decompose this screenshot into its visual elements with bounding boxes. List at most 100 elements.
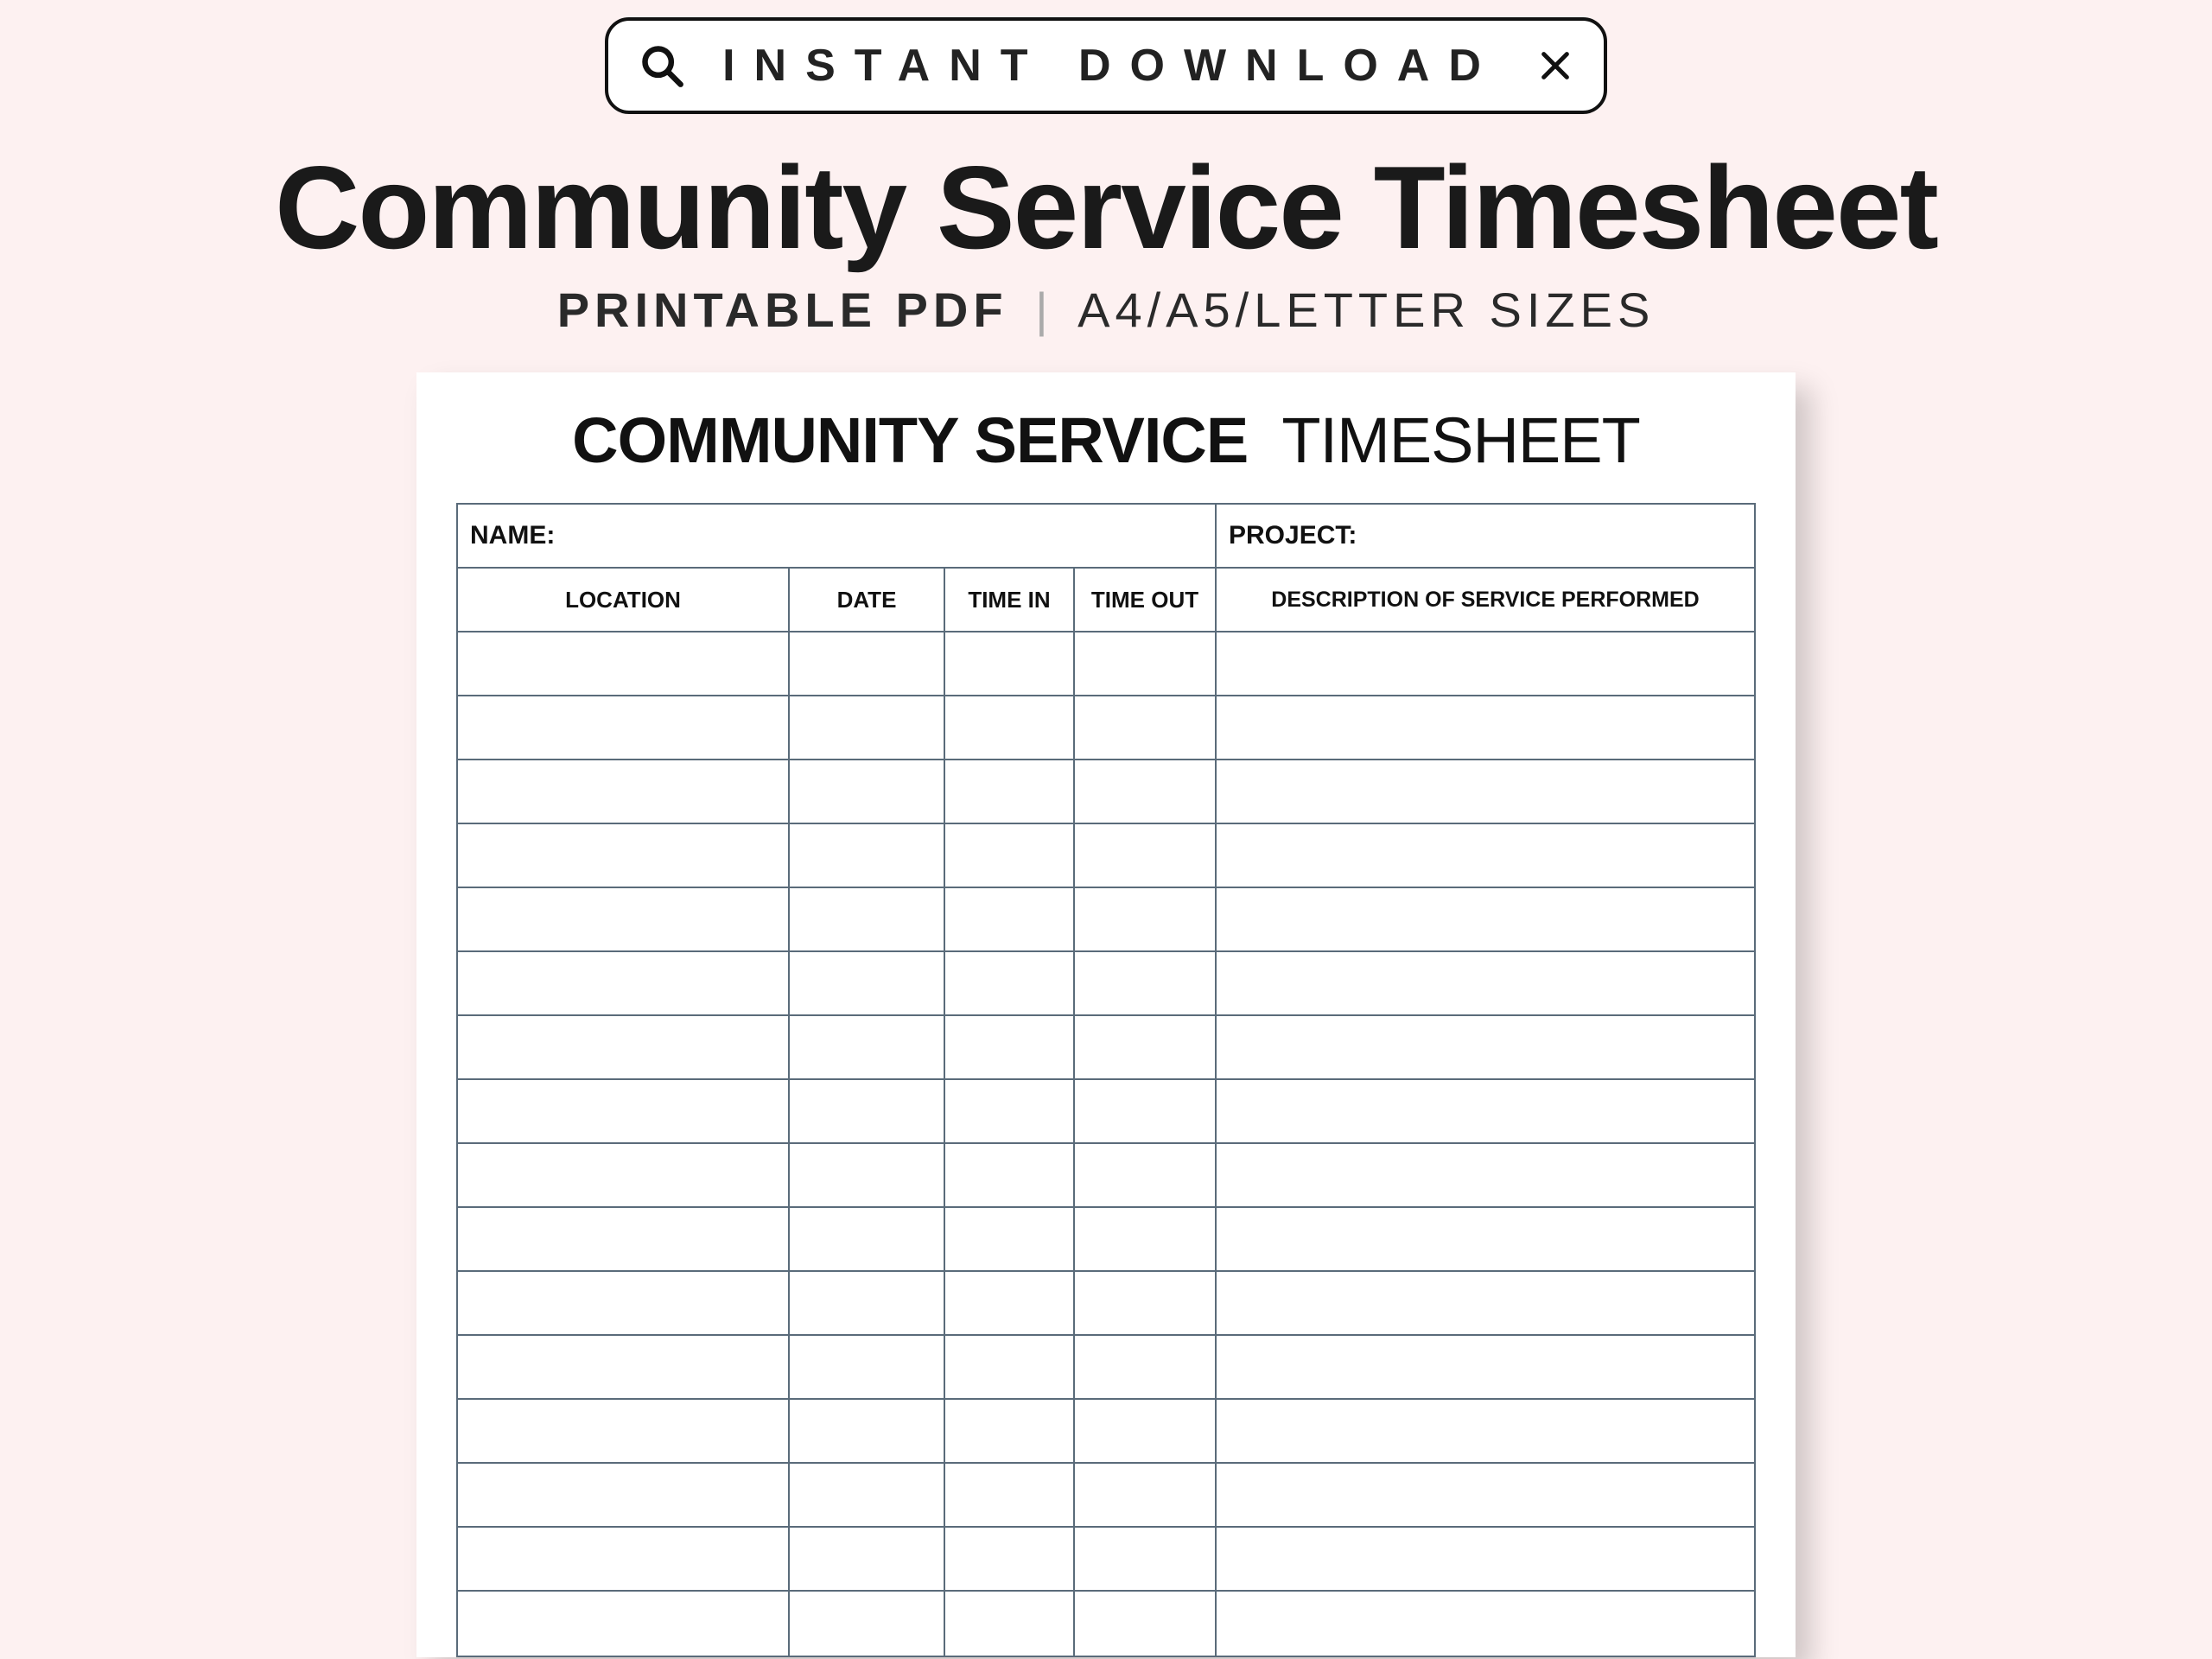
table-cell [458,824,790,888]
name-field-label: NAME: [458,505,1217,569]
table-cell [1075,1528,1217,1592]
table-cell [790,1080,945,1144]
table-cell [1075,1272,1217,1336]
table-cell [458,632,790,696]
table-cell [458,1400,790,1464]
table-cell [1075,1208,1217,1272]
table-cell [945,952,1075,1016]
table-cell [790,1144,945,1208]
table-cell [945,1144,1075,1208]
table-cell [1075,1592,1217,1656]
table-row [458,1272,1754,1336]
table-cell [1217,632,1754,696]
page-subtitle: PRINTABLE PDF | A4/A5/LETTER SIZES [557,282,1656,338]
table-cell [790,1336,945,1400]
close-icon[interactable] [1538,48,1573,83]
col-date: DATE [790,569,945,632]
sheet-title-heavy: COMMUNITY SERVICE [572,404,1248,476]
table-cell [1075,952,1217,1016]
search-text: INSTANT DOWNLOAD [714,40,1509,92]
table-row [458,1592,1754,1656]
table-cell [945,1464,1075,1528]
table-cell [945,1528,1075,1592]
table-cell [1217,1272,1754,1336]
table-cell [458,888,790,952]
timesheet-document: COMMUNITY SERVICE TIMESHEET NAME: PROJEC… [416,372,1796,1657]
table-cell [790,632,945,696]
table-cell [1075,888,1217,952]
table-cell [1217,696,1754,760]
table-cell [1075,1016,1217,1080]
table-cell [790,888,945,952]
table-row [458,1016,1754,1080]
table-cell [790,1464,945,1528]
table-cell [1217,1400,1754,1464]
table-cell [790,760,945,824]
table-cell [945,1592,1075,1656]
search-icon [639,43,684,88]
table-row [458,1144,1754,1208]
table-cell [458,1336,790,1400]
table-cell [458,1080,790,1144]
table-cell [458,952,790,1016]
col-description: DESCRIPTION OF SERVICE PERFORMED [1217,569,1754,632]
col-location: LOCATION [458,569,790,632]
table-cell [1217,888,1754,952]
table-cell [458,1528,790,1592]
table-cell [1217,1016,1754,1080]
table-row [458,824,1754,888]
project-field-label: PROJECT: [1217,505,1754,569]
search-pill[interactable]: INSTANT DOWNLOAD [605,17,1607,114]
table-row [458,696,1754,760]
table-row [458,632,1754,696]
table-cell [1217,824,1754,888]
table-cell [945,824,1075,888]
table-cell [1217,952,1754,1016]
table-cell [458,1592,790,1656]
table-cell [790,1272,945,1336]
table-cell [945,696,1075,760]
table-row [458,1528,1754,1592]
table-cell [945,1336,1075,1400]
subtitle-separator: | [1027,283,1062,337]
table-cell [458,1208,790,1272]
table-cell [790,1592,945,1656]
sheet-title: COMMUNITY SERVICE TIMESHEET [456,404,1756,477]
table-cell [790,952,945,1016]
table-cell [945,1400,1075,1464]
timesheet-grid: NAME: PROJECT: LOCATION DATE TIME IN TIM… [456,503,1756,1657]
table-cell [945,1080,1075,1144]
table-cell [1075,824,1217,888]
meta-row: NAME: PROJECT: [458,505,1754,569]
subtitle-sizes: A4/A5/LETTER SIZES [1077,283,1655,337]
subtitle-bold: PRINTABLE PDF [557,283,1008,337]
table-cell [1217,1528,1754,1592]
sheet-title-light-text: TIMESHEET [1281,404,1639,476]
table-row [458,1464,1754,1528]
table-row [458,1080,1754,1144]
sheet-title-light [1265,404,1282,476]
table-cell [1075,760,1217,824]
table-row [458,888,1754,952]
page-title: Community Service Timesheet [275,140,1937,275]
table-cell [945,1272,1075,1336]
table-cell [1075,1080,1217,1144]
table-cell [1075,632,1217,696]
table-cell [1217,1592,1754,1656]
table-cell [790,1400,945,1464]
table-cell [790,824,945,888]
table-cell [458,1016,790,1080]
table-cell [1217,1464,1754,1528]
header-row: LOCATION DATE TIME IN TIME OUT DESCRIPTI… [458,569,1754,632]
table-cell [458,760,790,824]
table-row [458,1336,1754,1400]
table-cell [790,1528,945,1592]
table-cell [945,760,1075,824]
table-cell [1217,1080,1754,1144]
table-cell [945,888,1075,952]
table-cell [458,1272,790,1336]
table-cell [1217,1336,1754,1400]
table-cell [945,1016,1075,1080]
table-cell [790,1016,945,1080]
table-cell [1217,1144,1754,1208]
